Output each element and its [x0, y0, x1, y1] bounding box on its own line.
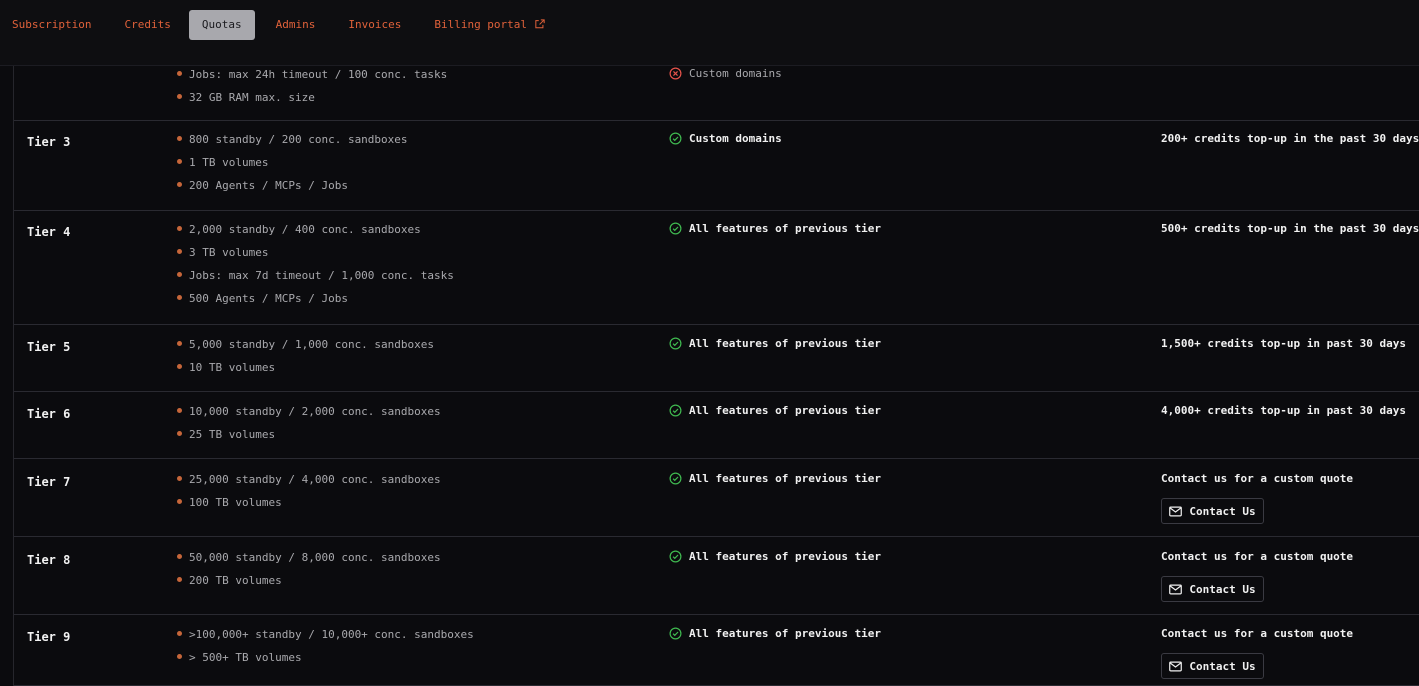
tab-credits[interactable]: Credits: [112, 10, 182, 40]
mail-icon: [1169, 506, 1183, 516]
bullet-dot: [177, 272, 182, 277]
bullet-dot: [177, 577, 182, 582]
tier-name: Tier 6: [27, 407, 71, 421]
quota-tiers-table: Jobs: max 24h timeout / 100 conc. tasks …: [13, 66, 1419, 686]
feature-cell: All features of previous tier: [669, 337, 881, 350]
check-circle-icon: [669, 627, 682, 640]
check-circle-icon: [669, 472, 682, 485]
bullet-dot: [177, 408, 182, 413]
tier-name: Tier 3: [27, 135, 71, 149]
bullet-dot: [177, 631, 182, 636]
tier-limits-list: 2,000 standby / 400 conc. sandboxes 3 TB …: [177, 222, 454, 314]
mail-icon: [1169, 584, 1183, 594]
check-circle-icon: [669, 337, 682, 350]
limit-item: >100,000+ standby / 10,000+ conc. sandbo…: [177, 627, 474, 650]
contact-us-button[interactable]: Contact Us: [1161, 498, 1264, 524]
tier-requirement: 1,500+ credits top-up in past 30 days: [1161, 337, 1407, 350]
external-link-icon: [535, 19, 545, 29]
top-navigation-bar: Subscription Credits Quotas Admins Invoi…: [0, 0, 1419, 66]
table-row: Tier 7 25,000 standby / 4,000 conc. sandb…: [14, 459, 1419, 537]
mail-icon: [1169, 661, 1183, 671]
tier-requirement: 200+ credits top-up in the past 30 days: [1161, 132, 1419, 145]
tier-limits-list: 800 standby / 200 conc. sandboxes 1 TB vo…: [177, 132, 408, 201]
bullet-dot: [177, 159, 182, 164]
limit-item: Jobs: max 24h timeout / 100 conc. tasks: [177, 67, 447, 90]
tier-name: Tier 5: [27, 340, 71, 354]
tier-limits-list: 50,000 standby / 8,000 conc. sandboxes 20…: [177, 550, 441, 596]
bullet-dot: [177, 431, 182, 436]
contact-us-button[interactable]: Contact Us: [1161, 576, 1264, 602]
bullet-dot: [177, 182, 182, 187]
tier-limits-list: 25,000 standby / 4,000 conc. sandboxes 10…: [177, 472, 441, 518]
x-circle-icon: [669, 67, 682, 80]
limit-item: 1 TB volumes: [177, 155, 408, 178]
tab-subscription[interactable]: Subscription: [0, 10, 103, 40]
table-row: Tier 5 5,000 standby / 1,000 conc. sandbo…: [14, 325, 1419, 392]
bullet-dot: [177, 554, 182, 559]
limit-item: 32 GB RAM max. size: [177, 90, 447, 113]
limit-item: 800 standby / 200 conc. sandboxes: [177, 132, 408, 155]
bullet-dot: [177, 295, 182, 300]
tier-limits-list: 5,000 standby / 1,000 conc. sandboxes 10 …: [177, 337, 434, 383]
tier-limits-list: Jobs: max 24h timeout / 100 conc. tasks …: [177, 67, 447, 113]
feature-cell: Custom domains: [669, 132, 782, 145]
table-row: Tier 4 2,000 standby / 400 conc. sandboxe…: [14, 211, 1419, 325]
limit-item: 25,000 standby / 4,000 conc. sandboxes: [177, 472, 441, 495]
table-row: Tier 3 800 standby / 200 conc. sandboxes 1…: [14, 121, 1419, 211]
bullet-dot: [177, 364, 182, 369]
feature-cell: Custom domains: [669, 67, 782, 80]
tab-quotas[interactable]: Quotas: [188, 10, 255, 40]
limit-item: Jobs: max 7d timeout / 1,000 conc. tasks: [177, 268, 454, 291]
check-circle-icon: [669, 222, 682, 235]
limit-item: 10 TB volumes: [177, 360, 434, 383]
bullet-dot: [177, 341, 182, 346]
limit-item: 25 TB volumes: [177, 427, 441, 450]
tab-bar: Subscription Credits Quotas Admins Invoi…: [0, 10, 557, 40]
tab-admins[interactable]: Admins: [264, 10, 328, 40]
feature-cell: All features of previous tier: [669, 404, 881, 417]
tier-name: Tier 8: [27, 553, 71, 567]
limit-item: 100 TB volumes: [177, 495, 441, 518]
tier-name: Tier 9: [27, 630, 71, 644]
contact-us-button[interactable]: Contact Us: [1161, 653, 1264, 679]
bullet-dot: [177, 249, 182, 254]
table-row-partial: Jobs: max 24h timeout / 100 conc. tasks …: [14, 66, 1419, 121]
tab-invoices[interactable]: Invoices: [336, 10, 413, 40]
limit-item: 3 TB volumes: [177, 245, 454, 268]
bullet-dot: [177, 136, 182, 141]
bullet-dot: [177, 654, 182, 659]
tab-billing-portal[interactable]: Billing portal: [422, 10, 557, 40]
tier-requirement: 4,000+ credits top-up in past 30 days: [1161, 404, 1407, 417]
table-row: Tier 9 >100,000+ standby / 10,000+ conc. …: [14, 615, 1419, 686]
tier-requirement: Contact us for a custom quote: [1161, 472, 1354, 485]
limit-item: 50,000 standby / 8,000 conc. sandboxes: [177, 550, 441, 573]
limit-item: 200 TB volumes: [177, 573, 441, 596]
check-circle-icon: [669, 550, 682, 563]
check-circle-icon: [669, 404, 682, 417]
table-row: Tier 8 50,000 standby / 8,000 conc. sandb…: [14, 537, 1419, 615]
bullet-dot: [177, 226, 182, 231]
tier-name: Tier 7: [27, 475, 71, 489]
tier-limits-list: 10,000 standby / 2,000 conc. sandboxes 25…: [177, 404, 441, 450]
limit-item: 200 Agents / MCPs / Jobs: [177, 178, 408, 201]
tier-requirement: Contact us for a custom quote: [1161, 627, 1354, 640]
limit-item: 5,000 standby / 1,000 conc. sandboxes: [177, 337, 434, 360]
check-circle-icon: [669, 132, 682, 145]
limit-item: 2,000 standby / 400 conc. sandboxes: [177, 222, 454, 245]
feature-cell: All features of previous tier: [669, 550, 881, 563]
tier-limits-list: >100,000+ standby / 10,000+ conc. sandbo…: [177, 627, 474, 673]
limit-item: 500 Agents / MCPs / Jobs: [177, 291, 454, 314]
tier-requirement: 500+ credits top-up in the past 30 days: [1161, 222, 1419, 235]
feature-cell: All features of previous tier: [669, 472, 881, 485]
tier-requirement: Contact us for a custom quote: [1161, 550, 1354, 563]
tab-billing-portal-label: Billing portal: [434, 18, 528, 31]
feature-cell: All features of previous tier: [669, 627, 881, 640]
limit-item: 10,000 standby / 2,000 conc. sandboxes: [177, 404, 441, 427]
limit-item: > 500+ TB volumes: [177, 650, 474, 673]
feature-cell: All features of previous tier: [669, 222, 881, 235]
bullet-dot: [177, 499, 182, 504]
tier-name: Tier 4: [27, 225, 71, 239]
bullet-dot: [177, 476, 182, 481]
table-row: Tier 6 10,000 standby / 2,000 conc. sandb…: [14, 392, 1419, 459]
